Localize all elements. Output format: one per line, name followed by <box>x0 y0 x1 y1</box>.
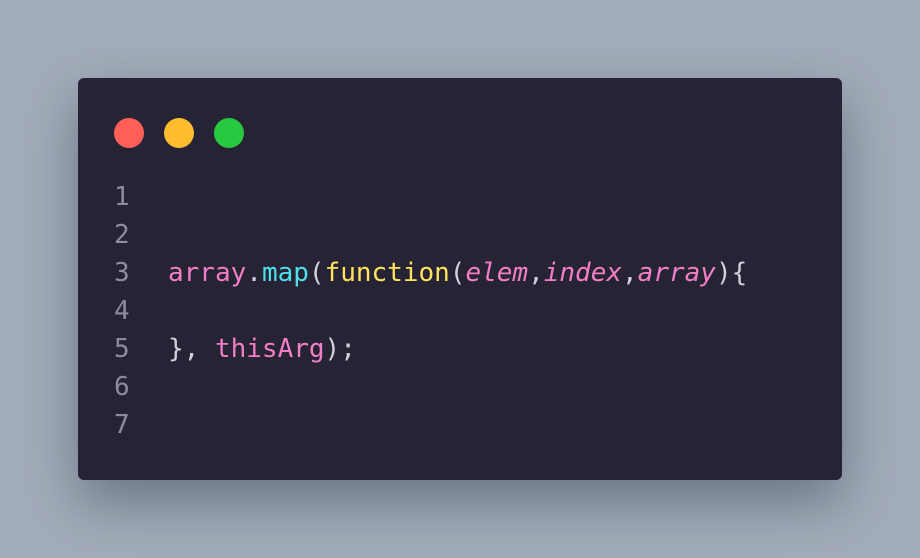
token-punctuation: ); <box>324 334 356 364</box>
token-keyword: function <box>324 258 450 288</box>
line-number: 4 <box>114 296 130 326</box>
code-window: 1 2 3 array.map(function(elem,index,arra… <box>78 78 842 480</box>
line-number: 6 <box>114 372 130 402</box>
token-punctuation: , <box>622 258 638 288</box>
code-line-5: 5 }, thisArg); <box>114 330 747 368</box>
token-variable: thisArg <box>214 334 325 364</box>
close-dot-icon[interactable] <box>114 118 144 148</box>
code-line-6: 6 <box>114 368 747 406</box>
code-line-3: 3 array.map(function(elem,index,array){ <box>114 254 747 292</box>
token-punctuation: ){ <box>715 258 748 288</box>
maximize-dot-icon[interactable] <box>214 118 244 148</box>
code-line-7: 7 <box>114 406 747 444</box>
token-punctuation: ( <box>449 258 466 288</box>
minimize-dot-icon[interactable] <box>164 118 194 148</box>
code-line-2: 2 <box>114 216 747 254</box>
token-parameter: index <box>543 258 623 288</box>
window-controls <box>114 118 244 148</box>
code-line-4: 4 <box>114 292 747 330</box>
line-content: }, thisArg); <box>168 330 356 368</box>
token-variable: array <box>168 258 247 288</box>
token-punctuation: ( <box>308 258 325 288</box>
line-number: 2 <box>114 220 130 250</box>
token-punctuation: }, <box>168 334 215 364</box>
line-number: 3 <box>114 258 130 288</box>
token-parameter: array <box>637 258 716 288</box>
code-block: 1 2 3 array.map(function(elem,index,arra… <box>114 178 747 444</box>
line-content: array.map(function(elem,index,array){ <box>168 254 747 292</box>
line-number: 5 <box>114 334 130 364</box>
token-parameter: elem <box>465 258 529 288</box>
token-punctuation: . <box>246 258 262 288</box>
token-punctuation: , <box>528 258 544 288</box>
code-line-1: 1 <box>114 178 747 216</box>
token-method: map <box>261 258 309 288</box>
line-number: 7 <box>114 410 130 440</box>
line-number: 1 <box>114 182 130 212</box>
